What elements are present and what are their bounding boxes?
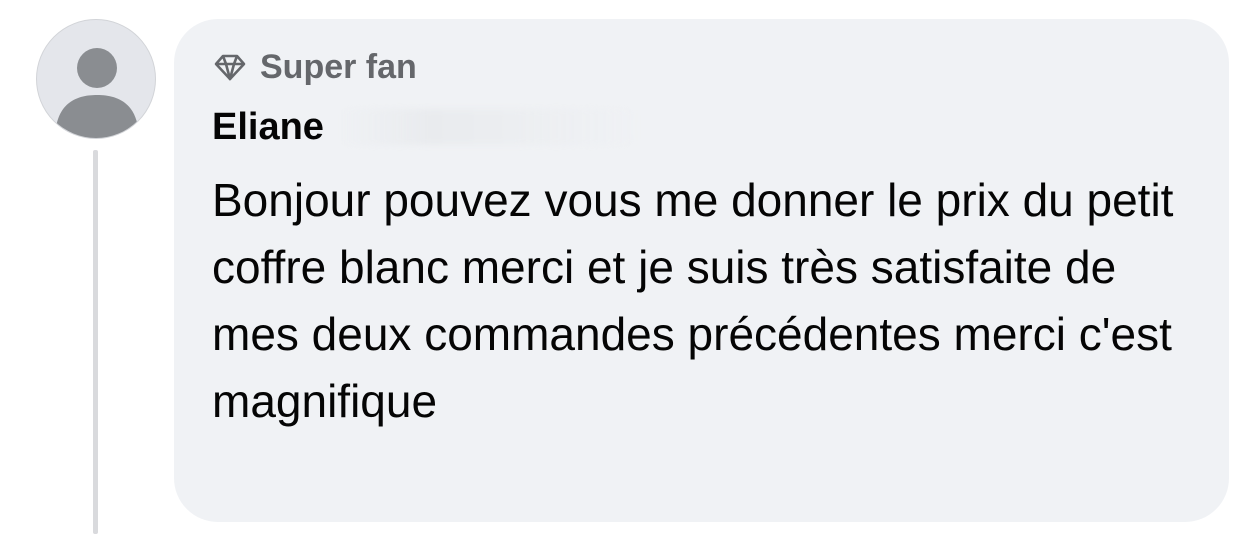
thread-line — [93, 150, 98, 534]
author-name[interactable]: Eliane — [212, 106, 324, 149]
comment-text: Bonjour pouvez vous me donner le prix du… — [212, 174, 1174, 427]
super-fan-badge: Super fan — [214, 47, 417, 87]
author-surname-redacted — [337, 109, 638, 145]
avatar[interactable] — [36, 19, 156, 139]
badge-label: Super fan — [260, 47, 417, 86]
default-user-avatar-icon — [55, 48, 139, 138]
comment-thread: Super fan Eliane Bonjour pouvez vous me … — [0, 0, 1251, 534]
comment-bubble: Super fan Eliane Bonjour pouvez vous me … — [174, 19, 1229, 522]
comment-author[interactable]: Eliane — [212, 103, 638, 151]
diamond-icon — [214, 51, 246, 83]
